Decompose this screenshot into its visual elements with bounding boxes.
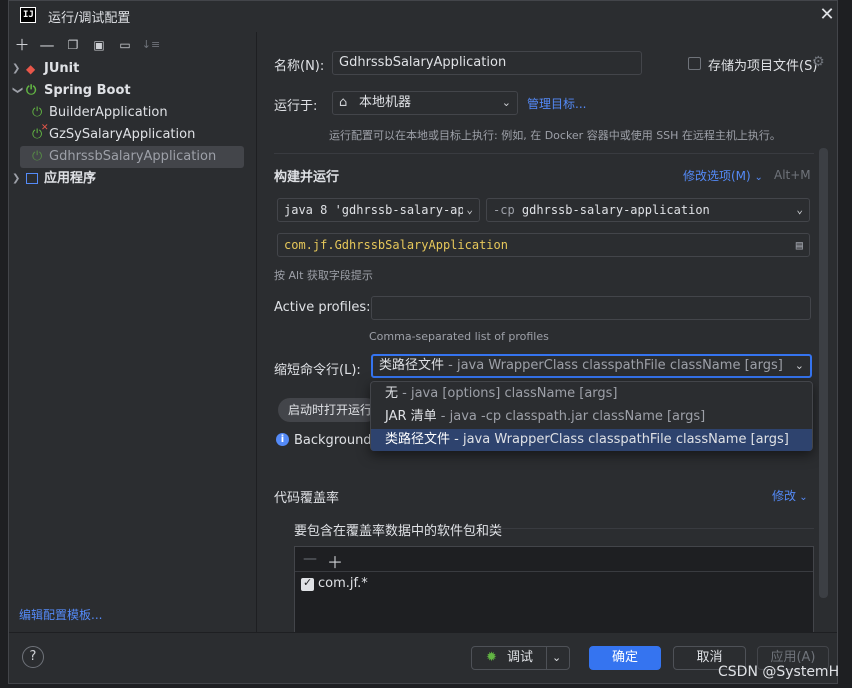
background-label: Background <box>294 433 372 448</box>
chevron-right-icon: ❯ <box>12 173 21 184</box>
coverage-modify-label: 修改 <box>772 489 797 503</box>
popup-option-jar-manifest[interactable]: JAR 清单 - java -cp classpath.jar classNam… <box>371 406 812 428</box>
option-main: 类路径文件 <box>385 432 451 447</box>
chevron-down-icon: ⌄ <box>501 96 511 109</box>
help-button[interactable]: ? <box>22 646 44 668</box>
jdk-select[interactable]: java 8 'gdhrssb-salary-ap ⌄ <box>277 198 480 222</box>
shorten-cmdline-label: 缩短命令行(L): <box>274 363 361 378</box>
popup-option-classpath-file[interactable]: 类路径文件 - java WrapperClass classpathFile … <box>371 429 812 451</box>
shorten-cmdline-popup: 无 - java [options] className [args] JAR … <box>370 381 813 451</box>
divider <box>295 571 813 572</box>
save-icon[interactable]: ▣ <box>89 36 109 54</box>
plus-icon[interactable]: ＋ <box>12 36 32 54</box>
active-profiles-label: Active profiles: <box>274 300 371 315</box>
form-scrollbar[interactable] <box>819 148 828 598</box>
option-rest: - java [options] className [args] <box>398 386 618 401</box>
option-main: JAR 清单 <box>385 409 437 424</box>
run-on-label: 运行于: <box>274 99 318 114</box>
spring-boot-icon: ⏻ <box>32 149 43 164</box>
watermark: CSDN @SystemH <box>718 664 840 680</box>
shorten-cmdline-select[interactable]: 类路径文件 - java WrapperClass classpathFile … <box>371 354 812 378</box>
spring-boot-icon: ⏻ <box>26 83 37 98</box>
intellij-logo: IJ <box>20 7 36 23</box>
chevron-down-icon: ⌄ <box>796 492 808 503</box>
name-label: 名称(N): <box>274 59 325 74</box>
main-class-input[interactable]: com.jf.GdhrssbSalaryApplication ▤ <box>277 233 810 257</box>
junit-icon: ◆ <box>26 62 36 76</box>
background-editor-strip <box>838 0 852 688</box>
error-badge-icon: ✕ <box>41 123 49 133</box>
build-run-title: 构建并运行 <box>274 170 340 185</box>
modify-options-link[interactable]: 修改选项(M) ⌄ <box>683 167 763 184</box>
popup-option-none[interactable]: 无 - java [options] className [args] <box>371 383 812 405</box>
chevron-right-icon: ❯ <box>12 63 21 74</box>
coverage-title: 代码覆盖率 <box>274 491 340 506</box>
close-icon[interactable]: ✕ <box>818 5 836 25</box>
name-input[interactable]: GdhrssbSalaryApplication <box>332 51 642 75</box>
split-divider <box>546 647 547 669</box>
chevron-down-icon[interactable]: ⌄ <box>552 647 561 669</box>
option-rest: - java WrapperClass classpathFile classN… <box>450 432 789 447</box>
active-profiles-input[interactable] <box>371 296 811 320</box>
modify-shortcut: Alt+M <box>774 168 811 182</box>
tree-label: GzSySalaryApplication <box>49 127 196 142</box>
chevron-down-icon: ❯ <box>12 86 23 95</box>
browse-icon[interactable]: ▤ <box>796 234 803 256</box>
manage-targets-link[interactable]: 管理目标... <box>527 95 586 112</box>
coverage-modify-link[interactable]: 修改 ⌄ <box>772 487 808 504</box>
minus-icon[interactable]: — <box>37 36 57 54</box>
add-pattern-icon[interactable]: ＋ <box>327 549 343 573</box>
home-icon: ⌂ <box>339 95 348 110</box>
shorten-value-main: 类路径文件 <box>379 358 445 373</box>
dialog-title: 运行/调试配置 <box>48 11 131 26</box>
tree-label: BuilderApplication <box>49 105 168 120</box>
coverage-include-label: 要包含在覆盖率数据中的软件包和类 <box>294 524 503 539</box>
sort-icon[interactable]: ↓≡ <box>141 36 161 54</box>
application-icon <box>26 173 38 184</box>
store-as-file-label: 存储为项目文件(S) <box>708 59 818 74</box>
coverage-list: — ＋ com.jf.* <box>294 546 814 634</box>
minus-icon[interactable]: — <box>303 551 317 567</box>
active-profiles-hint: Comma-separated list of profiles <box>369 330 549 343</box>
tree-label: GdhrssbSalaryApplication <box>49 149 217 164</box>
jdk-value: java 8 'gdhrssb-salary-ap <box>284 203 465 217</box>
cp-prefix: -cp <box>493 203 515 217</box>
chevron-down-icon: ⌄ <box>794 359 804 372</box>
divider <box>488 528 814 529</box>
main-class-value: com.jf.GdhrssbSalaryApplication <box>284 238 508 252</box>
edit-templates-link[interactable]: 编辑配置模板... <box>19 606 102 623</box>
debug-split-button[interactable]: ✹ 调试 ⌄ <box>471 646 570 670</box>
tree-label: Spring Boot <box>44 83 131 98</box>
tree-label: 应用程序 <box>44 171 97 186</box>
shorten-value-rest: - java WrapperClass classpathFile classN… <box>444 358 783 373</box>
coverage-entry-label: com.jf.* <box>318 576 368 591</box>
bug-icon: ✹ <box>486 650 497 665</box>
chevron-down-icon: ⌄ <box>463 199 473 221</box>
coverage-entry-checkbox[interactable] <box>301 576 314 591</box>
open-on-start-chip[interactable]: 启动时打开运行 <box>278 398 378 422</box>
modify-options-label: 修改选项(M) <box>683 169 751 183</box>
option-main: 无 <box>385 386 399 401</box>
store-as-file-checkbox[interactable] <box>688 57 701 70</box>
copy-icon[interactable]: ❐ <box>63 36 83 54</box>
option-rest: - java -cp classpath.jar className [args… <box>436 409 706 424</box>
run-on-select[interactable]: ⌂ 本地机器 ⌄ <box>332 91 518 115</box>
run-on-hint: 运行配置可以在本地或目标上执行: 例如, 在 Docker 容器中或使用 SSH… <box>329 129 781 142</box>
cp-value: gdhrssb-salary-application <box>521 203 710 217</box>
chevron-down-icon: ⌄ <box>754 172 763 183</box>
run-on-value: 本地机器 <box>359 95 412 110</box>
alt-hint: 按 Alt 获取字段提示 <box>274 269 373 282</box>
new-folder-icon[interactable]: ▭ <box>115 36 135 54</box>
ok-button[interactable]: 确定 <box>589 646 661 670</box>
chevron-down-icon: ⌄ <box>796 203 803 216</box>
debug-label: 调试 <box>507 650 534 665</box>
tree-label: JUnit <box>44 61 80 76</box>
classpath-module-select[interactable]: -cp gdhrssb-salary-application ⌄ <box>486 198 810 222</box>
divider <box>274 153 814 154</box>
info-icon: i <box>276 433 289 446</box>
gear-icon[interactable]: ⚙ <box>812 54 825 70</box>
